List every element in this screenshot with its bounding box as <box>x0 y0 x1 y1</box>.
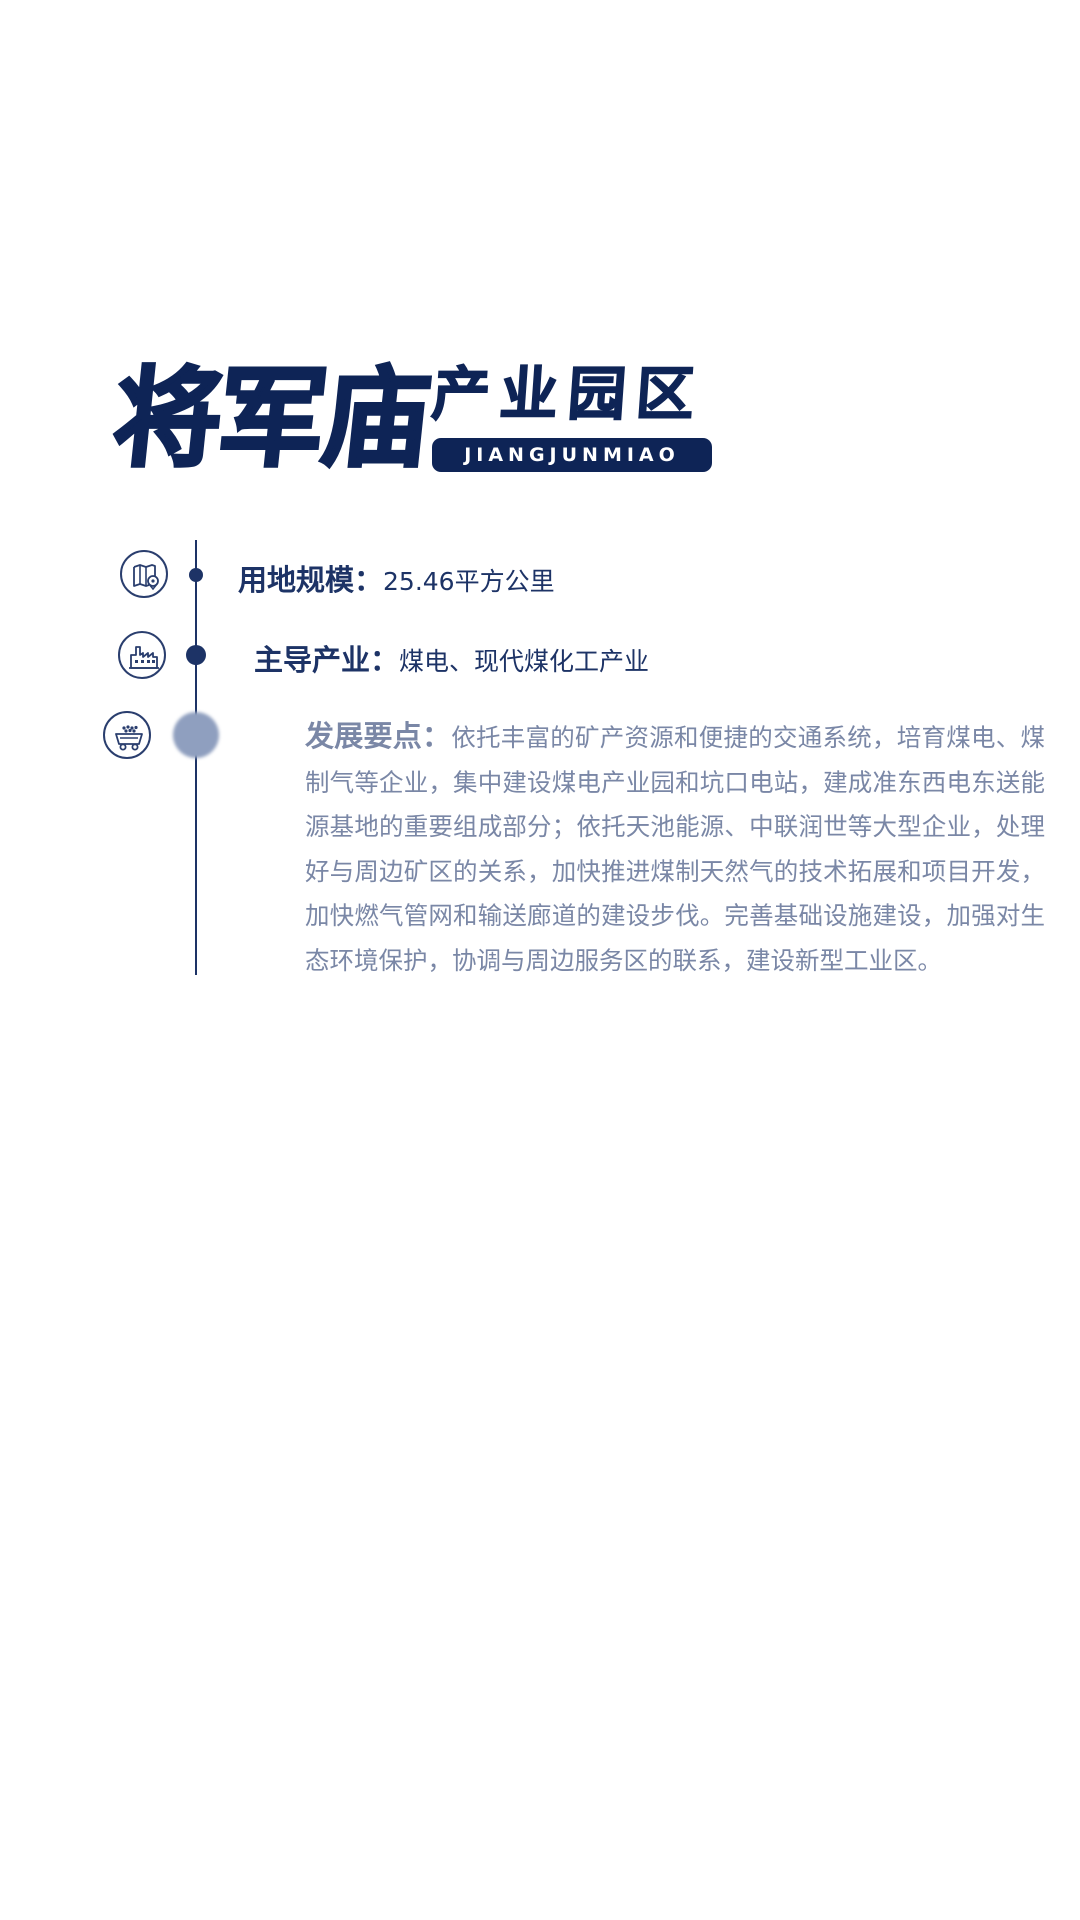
timeline-dot <box>189 568 203 582</box>
factory-icon <box>118 631 166 679</box>
timeline-dot <box>186 645 206 665</box>
leading-industry-label: 主导产业： <box>254 643 400 677</box>
page-title: 将军庙 产业园区 JIANGJUNMIAO <box>106 356 714 484</box>
map-location-icon <box>120 550 168 598</box>
development-points: 发展要点：依托丰富的矿产资源和便捷的交通系统，培育煤电、煤制气等企业，集中建设煤… <box>305 714 1045 983</box>
land-area-row: 用地规模：25.46平方公里 <box>238 557 555 599</box>
development-points-text: 依托丰富的矿产资源和便捷的交通系统，培育煤电、煤制气等企业，集中建设煤电产业园和… <box>305 723 1045 975</box>
title-sub: 产业园区 <box>429 359 707 429</box>
title-pinyin-badge: JIANGJUNMIAO <box>432 438 712 472</box>
land-area-value: 25.46平方公里 <box>383 567 555 596</box>
development-points-label: 发展要点： <box>305 719 452 753</box>
timeline-dot-faded <box>173 712 219 758</box>
land-area-label: 用地规模： <box>238 563 384 597</box>
title-main: 将军庙 <box>106 356 434 484</box>
leading-industry-value: 煤电、现代煤化工产业 <box>399 647 650 676</box>
mine-cart-icon <box>103 711 151 759</box>
leading-industry-row: 主导产业：煤电、现代煤化工产业 <box>254 637 649 679</box>
